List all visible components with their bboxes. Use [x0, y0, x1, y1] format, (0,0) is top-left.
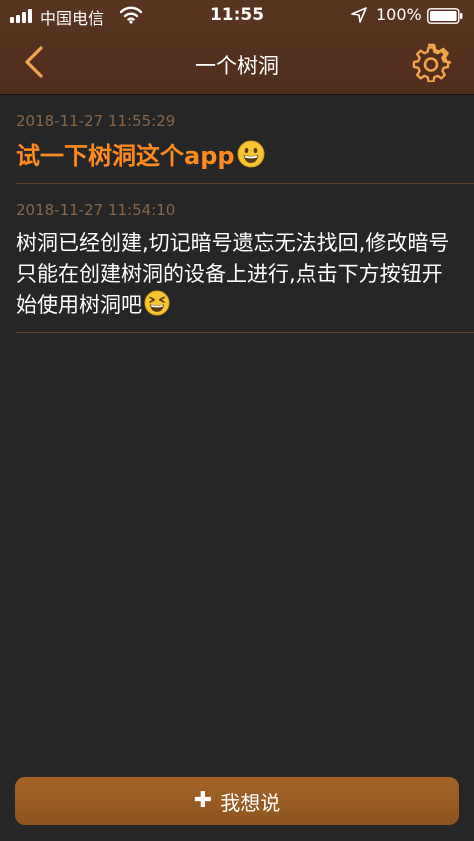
say-button-label: 我想说	[220, 790, 281, 815]
post-item[interactable]: 2018-11-27 11:54:10 树洞已经创建,切记暗号遗忘无法找回,修改…	[0, 184, 474, 334]
status-bar: 中国电信 11:55 100%	[0, 0, 474, 32]
header: 中国电信 11:55 100% 一个树洞	[0, 0, 474, 95]
battery-icon	[427, 8, 463, 24]
page-title: 一个树洞	[195, 54, 279, 78]
grinning-face-icon	[237, 140, 265, 174]
post-text: 试一下树洞这个app	[16, 142, 235, 170]
screen: 中国电信 11:55 100% 一个树洞 2018-11-27 11:55:29…	[0, 0, 474, 841]
divider	[16, 332, 474, 333]
say-button[interactable]: ✚ 我想说	[15, 777, 459, 825]
post-content: 试一下树洞这个app	[16, 136, 462, 174]
post-timestamp: 2018-11-27 11:55:29	[16, 112, 176, 130]
plus-icon: ✚	[193, 788, 213, 813]
laughing-face-icon	[144, 290, 170, 325]
post-text: 树洞已经创建,切记暗号遗忘无法找回,修改暗号只能在创建树洞的设备上进行,点击下方…	[16, 231, 450, 317]
nav-bar: 一个树洞	[0, 32, 474, 94]
post-timestamp: 2018-11-27 11:54:10	[16, 201, 176, 219]
post-content: 树洞已经创建,切记暗号遗忘无法找回,修改暗号只能在创建树洞的设备上进行,点击下方…	[16, 228, 462, 325]
location-arrow-icon	[351, 7, 367, 28]
gear-icon	[411, 42, 452, 86]
battery-percent: 100%	[376, 5, 422, 24]
post-item[interactable]: 2018-11-27 11:55:29 试一下树洞这个app	[0, 94, 474, 184]
settings-button[interactable]	[408, 41, 454, 87]
